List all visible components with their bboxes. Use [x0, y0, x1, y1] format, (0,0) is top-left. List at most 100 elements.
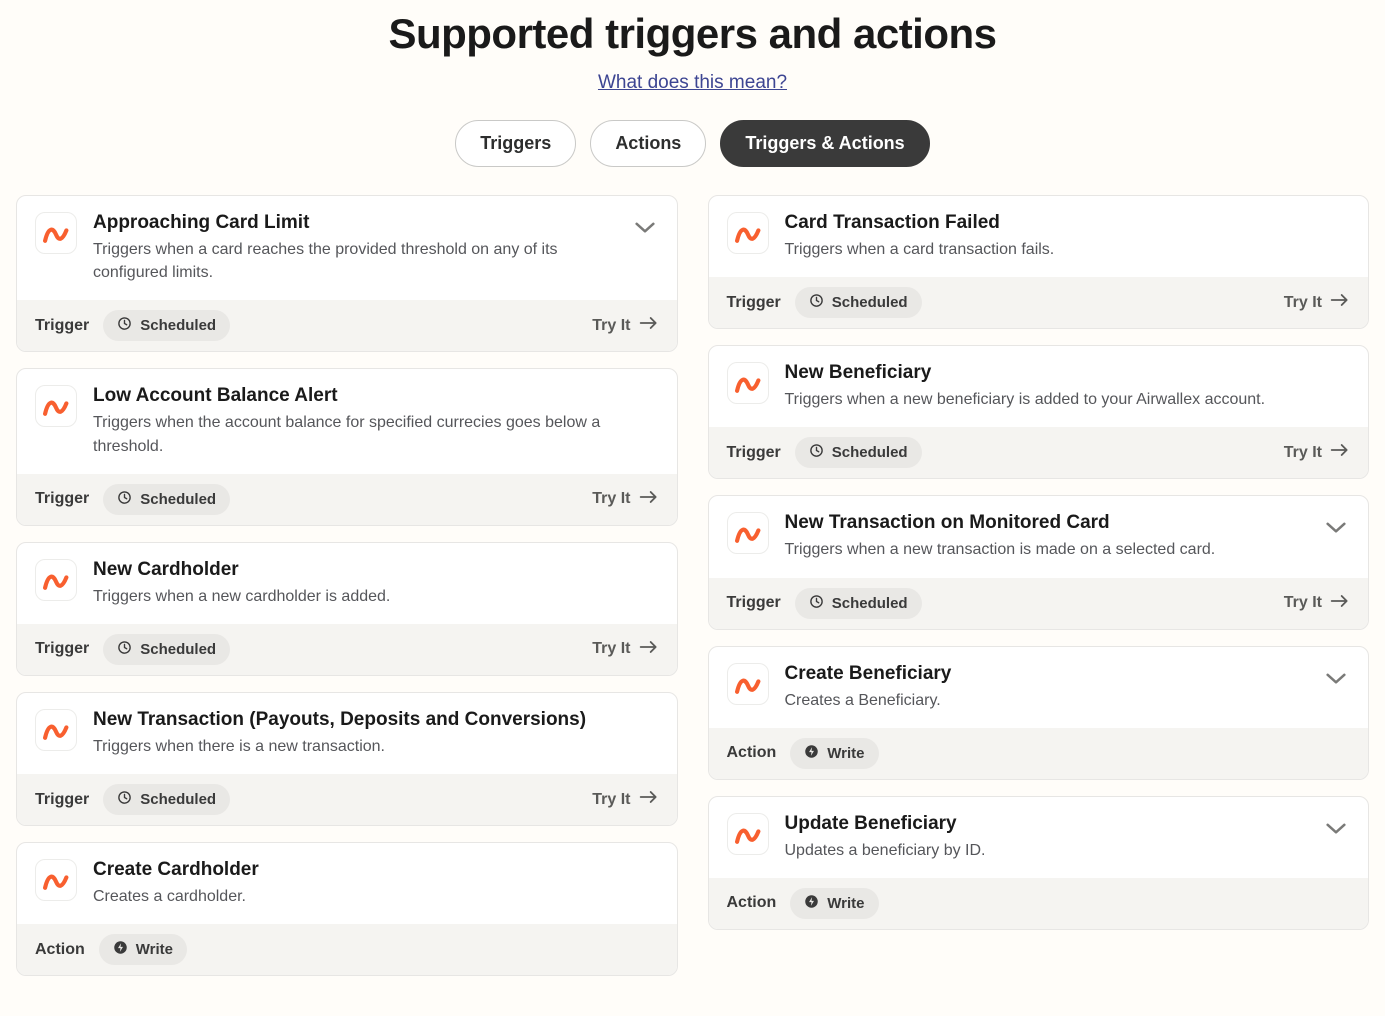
- card-footer: Trigger Scheduled Try It: [709, 578, 1369, 629]
- type-trigger-label: Trigger: [727, 594, 781, 612]
- clock-icon: [809, 443, 824, 462]
- airwallex-icon: [43, 395, 69, 417]
- card-header[interactable]: Approaching Card LimitTriggers when a ca…: [17, 196, 677, 300]
- arrow-right-icon: [639, 316, 659, 335]
- try-it-button[interactable]: Try It: [592, 790, 658, 809]
- app-logo: [35, 559, 77, 601]
- card-header[interactable]: New Beneficiary Triggers when a new benef…: [709, 346, 1369, 427]
- what-does-this-mean-link[interactable]: What does this mean?: [598, 72, 787, 94]
- airwallex-icon: [43, 222, 69, 244]
- type-trigger-label: Trigger: [35, 317, 89, 335]
- clock-icon: [117, 316, 132, 335]
- bolt-icon: [804, 894, 819, 913]
- integration-card: Create BeneficiaryCreates a Beneficiary.…: [708, 646, 1370, 780]
- card-description: Triggers when a card transaction fails.: [785, 238, 1351, 261]
- card-title: Create Beneficiary: [785, 663, 1307, 685]
- arrow-right-icon: [639, 790, 659, 809]
- card-footer: TriggerScheduledTry It: [17, 774, 677, 825]
- badge-label: Scheduled: [140, 791, 216, 808]
- try-it-button[interactable]: Try It: [592, 640, 658, 659]
- airwallex-icon: [43, 869, 69, 891]
- chevron-down-icon[interactable]: [1322, 669, 1350, 689]
- cards-column-left: Approaching Card LimitTriggers when a ca…: [16, 195, 678, 976]
- tab-triggers-actions[interactable]: Triggers & Actions: [720, 120, 929, 167]
- arrow-right-icon: [1330, 293, 1350, 312]
- app-logo: [727, 212, 769, 254]
- scheduled-badge: Scheduled: [103, 310, 230, 341]
- airwallex-icon: [735, 222, 761, 244]
- type-action-label: Action: [35, 941, 85, 959]
- card-description: Triggers when a new beneficiary is added…: [785, 388, 1351, 411]
- scheduled-badge: Scheduled: [103, 784, 230, 815]
- scheduled-badge: Scheduled: [795, 437, 922, 468]
- card-header[interactable]: Low Account Balance AlertTriggers when t…: [17, 369, 677, 473]
- card-footer: Trigger Scheduled Try It: [17, 624, 677, 675]
- scheduled-badge: Scheduled: [795, 287, 922, 318]
- try-it-label: Try It: [592, 791, 630, 809]
- type-trigger-label: Trigger: [35, 640, 89, 658]
- card-header[interactable]: New CardholderTriggers when a new cardho…: [17, 543, 677, 624]
- card-footer: Action Write: [17, 924, 677, 975]
- card-footer: Action Write: [709, 728, 1369, 779]
- chevron-down-icon[interactable]: [1322, 819, 1350, 839]
- write-badge: Write: [790, 738, 878, 769]
- try-it-button[interactable]: Try It: [592, 490, 658, 509]
- card-description: Creates a cardholder.: [93, 885, 659, 908]
- write-badge: Write: [99, 934, 187, 965]
- arrow-right-icon: [639, 640, 659, 659]
- try-it-label: Try It: [1284, 444, 1322, 462]
- arrow-right-icon: [1330, 594, 1350, 613]
- clock-icon: [117, 490, 132, 509]
- type-trigger-label: Trigger: [35, 490, 89, 508]
- integration-card: Approaching Card LimitTriggers when a ca…: [16, 195, 678, 352]
- chevron-down-icon[interactable]: [631, 218, 659, 238]
- card-header[interactable]: Create CardholderCreates a cardholder.: [17, 843, 677, 924]
- type-action-label: Action: [727, 894, 777, 912]
- card-footer: TriggerScheduledTry It: [709, 277, 1369, 328]
- card-title: New Beneficiary: [785, 362, 1351, 384]
- write-badge: Write: [790, 888, 878, 919]
- app-logo: [35, 709, 77, 751]
- airwallex-icon: [735, 673, 761, 695]
- card-header[interactable]: Card Transaction FailedTriggers when a c…: [709, 196, 1369, 277]
- integration-card: New Transaction (Payouts, Deposits and C…: [16, 692, 678, 826]
- try-it-button[interactable]: Try It: [1284, 443, 1350, 462]
- scheduled-badge: Scheduled: [795, 588, 922, 619]
- chevron-down-icon[interactable]: [1322, 518, 1350, 538]
- tab-actions[interactable]: Actions: [590, 120, 706, 167]
- type-action-label: Action: [727, 744, 777, 762]
- integration-card: Card Transaction FailedTriggers when a c…: [708, 195, 1370, 329]
- tab-triggers[interactable]: Triggers: [455, 120, 576, 167]
- scheduled-badge: Scheduled: [103, 484, 230, 515]
- badge-label: Scheduled: [140, 317, 216, 334]
- card-title: Update Beneficiary: [785, 813, 1307, 835]
- scheduled-badge: Scheduled: [103, 634, 230, 665]
- try-it-label: Try It: [1284, 594, 1322, 612]
- card-title: New Transaction on Monitored Card: [785, 512, 1307, 534]
- app-logo: [727, 663, 769, 705]
- integration-card: Low Account Balance AlertTriggers when t…: [16, 368, 678, 525]
- card-title: New Transaction (Payouts, Deposits and C…: [93, 709, 659, 731]
- card-header[interactable]: Update BeneficiaryUpdates a beneficiary …: [709, 797, 1369, 878]
- integration-card: New CardholderTriggers when a new cardho…: [16, 542, 678, 676]
- card-description: Triggers when a new cardholder is added.: [93, 585, 659, 608]
- badge-label: Scheduled: [832, 444, 908, 461]
- bolt-icon: [804, 744, 819, 763]
- card-footer: Trigger Scheduled Try It: [17, 474, 677, 525]
- try-it-button[interactable]: Try It: [1284, 293, 1350, 312]
- try-it-button[interactable]: Try It: [592, 316, 658, 335]
- card-description: Triggers when the account balance for sp…: [93, 411, 659, 457]
- badge-label: Write: [136, 941, 173, 958]
- clock-icon: [117, 640, 132, 659]
- badge-label: Scheduled: [832, 294, 908, 311]
- clock-icon: [809, 594, 824, 613]
- clock-icon: [117, 790, 132, 809]
- type-trigger-label: Trigger: [727, 444, 781, 462]
- card-header[interactable]: Create BeneficiaryCreates a Beneficiary.: [709, 647, 1369, 728]
- cards-column-right: Card Transaction FailedTriggers when a c…: [708, 195, 1370, 976]
- badge-label: Scheduled: [140, 641, 216, 658]
- card-header[interactable]: New Transaction (Payouts, Deposits and C…: [17, 693, 677, 774]
- try-it-button[interactable]: Try It: [1284, 594, 1350, 613]
- card-footer: Trigger Scheduled Try It: [709, 427, 1369, 478]
- card-header[interactable]: New Transaction on Monitored CardTrigger…: [709, 496, 1369, 577]
